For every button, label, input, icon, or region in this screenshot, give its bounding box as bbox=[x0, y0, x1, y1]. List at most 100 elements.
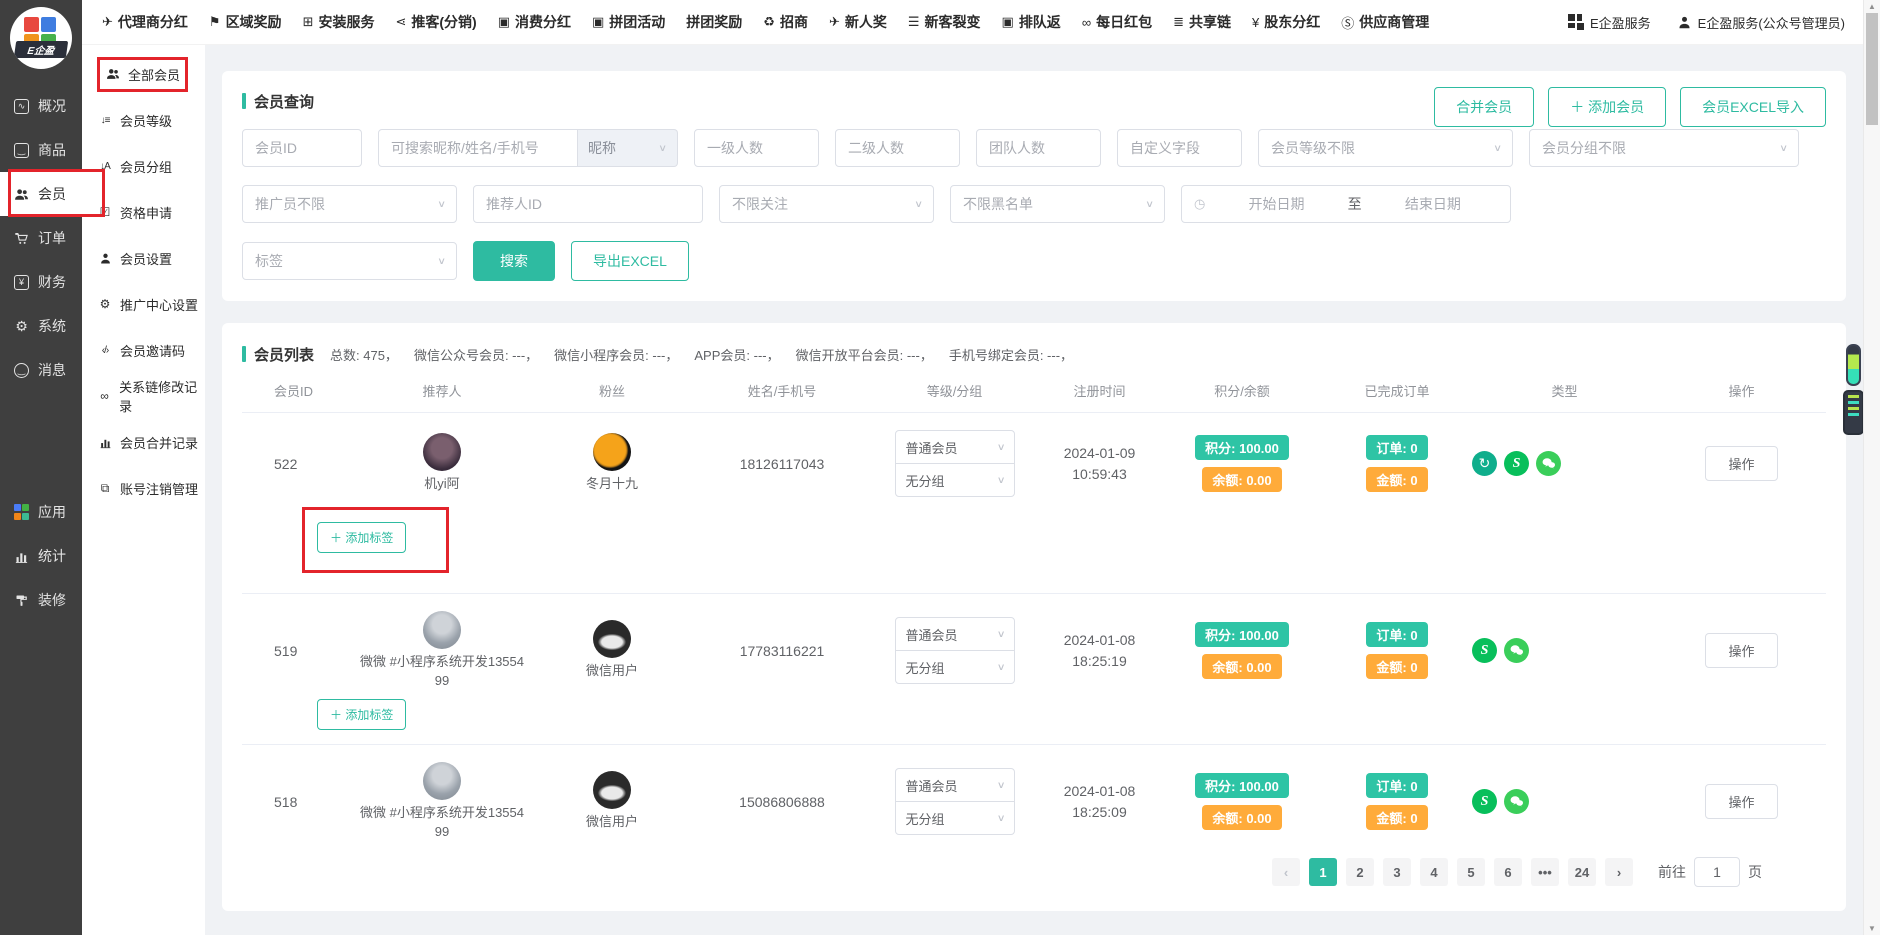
logo[interactable]: E企盈 bbox=[0, 0, 82, 84]
topnav-install-service[interactable]: ⊞安装服务 bbox=[303, 12, 375, 32]
page-button-1[interactable]: 1 bbox=[1309, 858, 1337, 886]
promoter-select[interactable]: 推广员不限∨ bbox=[242, 185, 457, 223]
custom-field-input[interactable] bbox=[1117, 129, 1242, 167]
page-button-24[interactable]: 24 bbox=[1568, 858, 1596, 886]
submenu-relation-chain-log[interactable]: ∞关系链修改记录 bbox=[82, 373, 205, 419]
topnav-consume-dividend[interactable]: ▣消费分红 bbox=[498, 12, 571, 32]
page-button-5[interactable]: 5 bbox=[1457, 858, 1485, 886]
register-date-range[interactable]: ◷ 开始日期 至 结束日期 bbox=[1181, 185, 1511, 223]
topnav-shareholder-dividend[interactable]: ¥股东分红 bbox=[1252, 12, 1320, 32]
excel-import-button[interactable]: 会员EXCEL导入 bbox=[1680, 87, 1826, 127]
level-group-cell: 普通会员∨ 无分组∨ bbox=[872, 430, 1037, 497]
keyword-type-select[interactable]: 昵称∨ bbox=[578, 129, 678, 167]
page-button-6[interactable]: 6 bbox=[1494, 858, 1522, 886]
submenu-merge-records[interactable]: 会员合并记录 bbox=[82, 419, 205, 465]
topnav-region-reward[interactable]: ⚑区域奖励 bbox=[209, 12, 282, 32]
sidebar-item-messages[interactable]: ‿ 消息 bbox=[0, 348, 82, 392]
member-level-select[interactable]: 会员等级不限∨ bbox=[1258, 129, 1513, 167]
stat-open-platform: 微信开放平台会员: ---， bbox=[796, 345, 933, 364]
tag-select[interactable]: 标签∨ bbox=[242, 242, 457, 280]
blacklist-filter-select[interactable]: 不限黑名单∨ bbox=[950, 185, 1165, 223]
topnav-newcomer-award[interactable]: ✈新人奖 bbox=[829, 12, 887, 32]
list-icon: ☰ bbox=[908, 14, 920, 30]
page-button-4[interactable]: 4 bbox=[1420, 858, 1448, 886]
submenu-promotion-settings[interactable]: ⚙推广中心设置 bbox=[82, 281, 205, 327]
sidebar-item-system[interactable]: ⚙ 系统 bbox=[0, 304, 82, 348]
topnav-supplier-management[interactable]: Ⓢ供应商管理 bbox=[1341, 12, 1429, 32]
search-button[interactable]: 搜索 bbox=[473, 241, 555, 281]
topnav-newcustomer-fission[interactable]: ☰新客裂变 bbox=[908, 12, 981, 32]
sidebar-item-statistics[interactable]: 统计 bbox=[0, 534, 82, 578]
points-badge: 积分: 100.00 bbox=[1195, 435, 1289, 460]
start-date-placeholder[interactable]: 开始日期 bbox=[1211, 194, 1341, 214]
member-group-select[interactable]: 无分组∨ bbox=[895, 650, 1015, 684]
browser-scrollbar[interactable]: ▲ ▼ bbox=[1863, 0, 1880, 935]
sidebar-item-decorate[interactable]: 装修 bbox=[0, 578, 82, 622]
chevron-down-icon: ∨ bbox=[1493, 142, 1502, 153]
sidebar-item-orders[interactable]: 订单 bbox=[0, 216, 82, 260]
page-button-2[interactable]: 2 bbox=[1346, 858, 1374, 886]
member-level-select[interactable]: 普通会员∨ bbox=[895, 430, 1015, 464]
submenu-member-settings[interactable]: 会员设置 bbox=[82, 235, 205, 281]
keyword-input[interactable] bbox=[378, 129, 578, 167]
phone-number: 18126117043 bbox=[692, 456, 872, 472]
member-level-select[interactable]: 普通会员∨ bbox=[895, 768, 1015, 802]
service-menu[interactable]: E企盈服务 bbox=[1568, 13, 1651, 32]
extension-widget-gradient[interactable] bbox=[1846, 344, 1861, 386]
goto-page-input[interactable] bbox=[1694, 857, 1740, 887]
topnav-queue-return[interactable]: ▣排队返 bbox=[1002, 12, 1061, 32]
level1-count-input[interactable] bbox=[694, 129, 819, 167]
sidebar-item-apps[interactable]: 应用 bbox=[0, 490, 82, 534]
topnav-share-chain[interactable]: ≣共享链 bbox=[1173, 12, 1231, 32]
person-icon bbox=[97, 252, 113, 265]
scroll-up-icon[interactable]: ▲ bbox=[1864, 2, 1880, 11]
member-level-select[interactable]: 普通会员∨ bbox=[895, 617, 1015, 651]
scrollbar-thumb[interactable] bbox=[1866, 13, 1878, 125]
topnav-investment[interactable]: ♻招商 bbox=[763, 12, 808, 32]
add-tag-button[interactable]: ＋ 添加标签 bbox=[317, 522, 406, 553]
submenu-account-cancellation[interactable]: ⧉账号注销管理 bbox=[82, 465, 205, 511]
sidebar-item-finance[interactable]: ¥ 财务 bbox=[0, 260, 82, 304]
member-id-input[interactable] bbox=[242, 129, 362, 167]
level2-count-input[interactable] bbox=[835, 129, 960, 167]
current-user[interactable]: E企盈服务(公众号管理员) bbox=[1677, 13, 1845, 32]
merge-members-button[interactable]: 合并会员 bbox=[1434, 87, 1534, 127]
extension-widget-stripes[interactable] bbox=[1843, 390, 1864, 435]
member-id: 519 bbox=[242, 643, 352, 659]
row-action-button[interactable]: 操作 bbox=[1705, 784, 1777, 819]
submenu-invite-code[interactable]: ‹/›会员邀请码 bbox=[82, 327, 205, 373]
row-action-button[interactable]: 操作 bbox=[1705, 446, 1777, 481]
member-group-select[interactable]: 无分组∨ bbox=[895, 801, 1015, 835]
topnav-promoter[interactable]: ⋖推客(分销) bbox=[395, 12, 476, 32]
sidebar-item-overview[interactable]: ∿ 概况 bbox=[0, 84, 82, 128]
member-group-select[interactable]: 无分组∨ bbox=[895, 463, 1015, 497]
scroll-down-icon[interactable]: ▼ bbox=[1864, 924, 1880, 933]
submenu-member-groups[interactable]: ↓A会员分组 bbox=[82, 143, 205, 189]
chevron-down-icon: ∨ bbox=[1145, 198, 1154, 209]
add-member-button[interactable]: ＋ 添加会员 bbox=[1548, 87, 1666, 127]
sidebar-item-goods[interactable]: ‿ 商品 bbox=[0, 128, 82, 172]
next-page-button[interactable]: › bbox=[1605, 858, 1633, 886]
submenu-all-members[interactable]: 全部会员 bbox=[82, 51, 205, 97]
register-time: 2024-01-0818:25:09 bbox=[1064, 781, 1136, 823]
topnav-groupbuy-activity[interactable]: ▣拼团活动 bbox=[592, 12, 665, 32]
row-action-button[interactable]: 操作 bbox=[1705, 633, 1777, 668]
referrer-id-input[interactable] bbox=[473, 185, 703, 223]
link-icon: ∞ bbox=[97, 389, 112, 403]
export-excel-button[interactable]: 导出EXCEL bbox=[571, 241, 689, 281]
prev-page-button[interactable]: ‹ bbox=[1272, 858, 1300, 886]
team-count-input[interactable] bbox=[976, 129, 1101, 167]
end-date-placeholder[interactable]: 结束日期 bbox=[1368, 194, 1498, 214]
follow-filter-select[interactable]: 不限关注∨ bbox=[719, 185, 934, 223]
add-tag-button[interactable]: ＋ 添加标签 bbox=[317, 699, 406, 730]
submenu-qualification[interactable]: ☑资格申请 bbox=[82, 189, 205, 235]
page-button-3[interactable]: 3 bbox=[1383, 858, 1411, 886]
topnav-agent-dividend[interactable]: ✈代理商分红 bbox=[102, 12, 188, 32]
member-type-cell: S bbox=[1472, 638, 1657, 663]
submenu-member-levels[interactable]: ↓≡会员等级 bbox=[82, 97, 205, 143]
page-ellipsis[interactable]: ••• bbox=[1531, 858, 1559, 886]
topnav-daily-redpacket[interactable]: ∞每日红包 bbox=[1082, 12, 1152, 32]
member-group-select[interactable]: 会员分组不限∨ bbox=[1529, 129, 1799, 167]
topnav-groupbuy-reward[interactable]: 拼团奖励 bbox=[686, 12, 742, 32]
sidebar-item-members[interactable]: 会员 bbox=[0, 172, 82, 216]
